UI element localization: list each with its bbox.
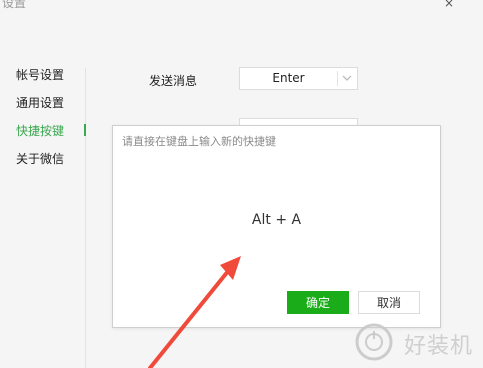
watermark-text: 好装机 bbox=[404, 334, 474, 359]
select-divider bbox=[337, 71, 338, 86]
confirm-button[interactable]: 确定 bbox=[287, 291, 349, 314]
chevron-down-icon bbox=[342, 75, 352, 81]
sidebar-item-account[interactable]: 帐号设置 bbox=[16, 66, 64, 83]
shortcut-dialog: 请直接在键盘上输入新的快捷键 Alt + A 确定 取消 bbox=[112, 125, 441, 328]
send-message-select[interactable]: Enter bbox=[239, 67, 358, 90]
shortcut-value[interactable]: Alt + A bbox=[113, 212, 440, 228]
sidebar-item-general[interactable]: 通用设置 bbox=[16, 94, 64, 111]
cancel-button[interactable]: 取消 bbox=[358, 291, 420, 314]
close-icon[interactable]: × bbox=[444, 0, 454, 10]
active-indicator bbox=[84, 124, 86, 136]
sidebar-divider bbox=[85, 68, 86, 368]
dialog-prompt: 请直接在键盘上输入新的快捷键 bbox=[122, 135, 276, 148]
sidebar-item-shortcuts[interactable]: 快捷按键 bbox=[16, 122, 64, 139]
sidebar: 帐号设置 通用设置 快捷按键 关于微信 bbox=[0, 0, 90, 368]
send-message-label: 发送消息 bbox=[149, 74, 198, 88]
send-message-value: Enter bbox=[272, 71, 305, 85]
sidebar-item-about[interactable]: 关于微信 bbox=[16, 150, 64, 167]
